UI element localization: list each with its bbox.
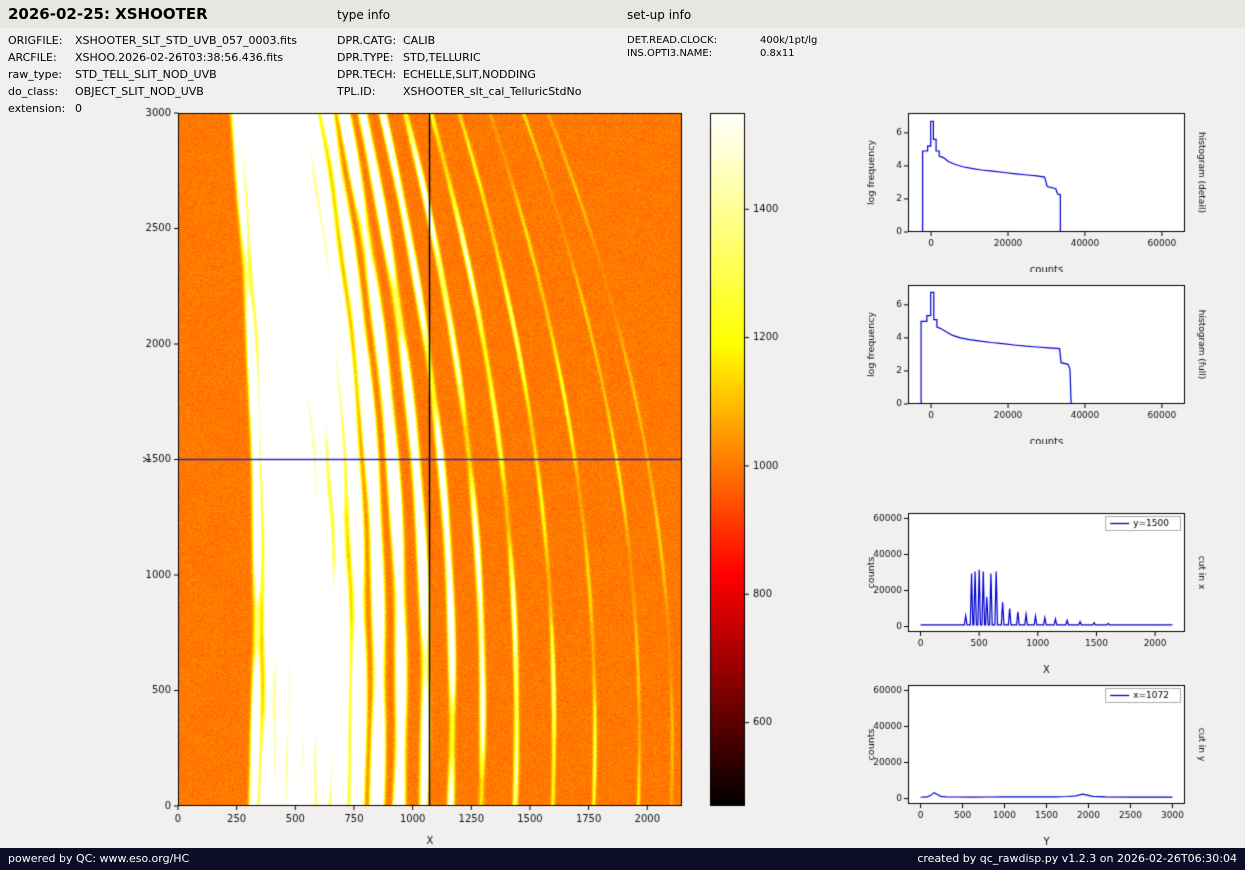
metadata-row: ARCFILE: XSHOO.2026-02-26T03:38:56.436.fi… [8, 49, 297, 66]
page-title: 2026-02-25: XSHOOTER [8, 5, 208, 23]
metadata-row: INS.OPTI3.NAME: 0.8x11 [627, 47, 817, 60]
metadata-label: ARCFILE: [8, 51, 57, 64]
metadata-label: INS.OPTI3.NAME: [627, 48, 713, 59]
metadata-label: ORIGFILE: [8, 34, 63, 47]
footer-bar: powered by QC: www.eso.org/HC created by… [0, 848, 1245, 870]
metadata-label: extension: [8, 102, 66, 115]
metadata-label: TPL.ID: [337, 85, 376, 98]
metadata-value: 400k/1pt/lg [760, 35, 818, 46]
metadata-row: DPR.TYPE: STD,TELLURIC [337, 49, 581, 66]
metadata-label: DPR.TECH: [337, 68, 397, 81]
metadata-value: OBJECT_SLIT_NOD_UVB [75, 85, 204, 98]
metadata-value: STD,TELLURIC [403, 51, 481, 64]
histogram-detail-plot [860, 100, 1245, 272]
metadata-value: CALIB [403, 34, 436, 47]
metadata-value: 0.8x11 [760, 48, 795, 59]
metadata-row: do_class: OBJECT_SLIT_NOD_UVB [8, 83, 297, 100]
metadata-value: XSHOO.2026-02-26T03:38:56.436.fits [75, 51, 284, 64]
metadata-row: ORIGFILE: XSHOOTER_SLT_STD_UVB_057_0003.f… [8, 32, 297, 49]
metadata-row: TPL.ID: XSHOOTER_slt_cal_TelluricStdNo [337, 83, 581, 100]
metadata-row: DPR.CATG: CALIB [337, 32, 581, 49]
type-info-metadata: DPR.CATG: CALIB DPR.TYPE: STD,TELLURIC DPR… [337, 32, 581, 100]
metadata-label: do_class: [8, 85, 59, 98]
metadata-label: DPR.TYPE: [337, 51, 394, 64]
metadata-value: XSHOOTER_SLT_STD_UVB_057_0003.fits [75, 34, 297, 47]
metadata-value: STD_TELL_SLIT_NOD_UVB [75, 68, 217, 81]
setup-info-heading: set-up info [627, 8, 692, 22]
header-bar: 2026-02-25: XSHOOTER type info set-up in… [0, 0, 1245, 28]
raw-frame-plot [120, 100, 720, 848]
type-info-heading: type info [337, 8, 391, 22]
cut-in-x-plot [860, 500, 1245, 675]
footer-created-by: created by qc_rawdisp.py v1.2.3 on 2026-… [917, 852, 1237, 865]
metadata-value: XSHOOTER_slt_cal_TelluricStdNo [403, 85, 582, 98]
colorbar [700, 100, 815, 848]
cut-in-y-plot [860, 672, 1245, 847]
qc-report-page: 2026-02-25: XSHOOTER type info set-up in… [0, 0, 1245, 870]
metadata-label: DPR.CATG: [337, 34, 397, 47]
metadata-value: 0 [75, 102, 82, 115]
setup-info-metadata: DET.READ.CLOCK: 400k/1pt/lg INS.OPTI3.NAM… [627, 34, 817, 60]
metadata-row: DPR.TECH: ECHELLE,SLIT,NODDING [337, 66, 581, 83]
metadata-label: DET.READ.CLOCK: [627, 35, 718, 46]
metadata-value: ECHELLE,SLIT,NODDING [403, 68, 536, 81]
metadata-row: DET.READ.CLOCK: 400k/1pt/lg [627, 34, 817, 47]
metadata-row: raw_type: STD_TELL_SLIT_NOD_UVB [8, 66, 297, 83]
metadata-label: raw_type: [8, 68, 63, 81]
footer-powered-by: powered by QC: www.eso.org/HC [8, 852, 190, 865]
histogram-full-plot [860, 272, 1245, 444]
